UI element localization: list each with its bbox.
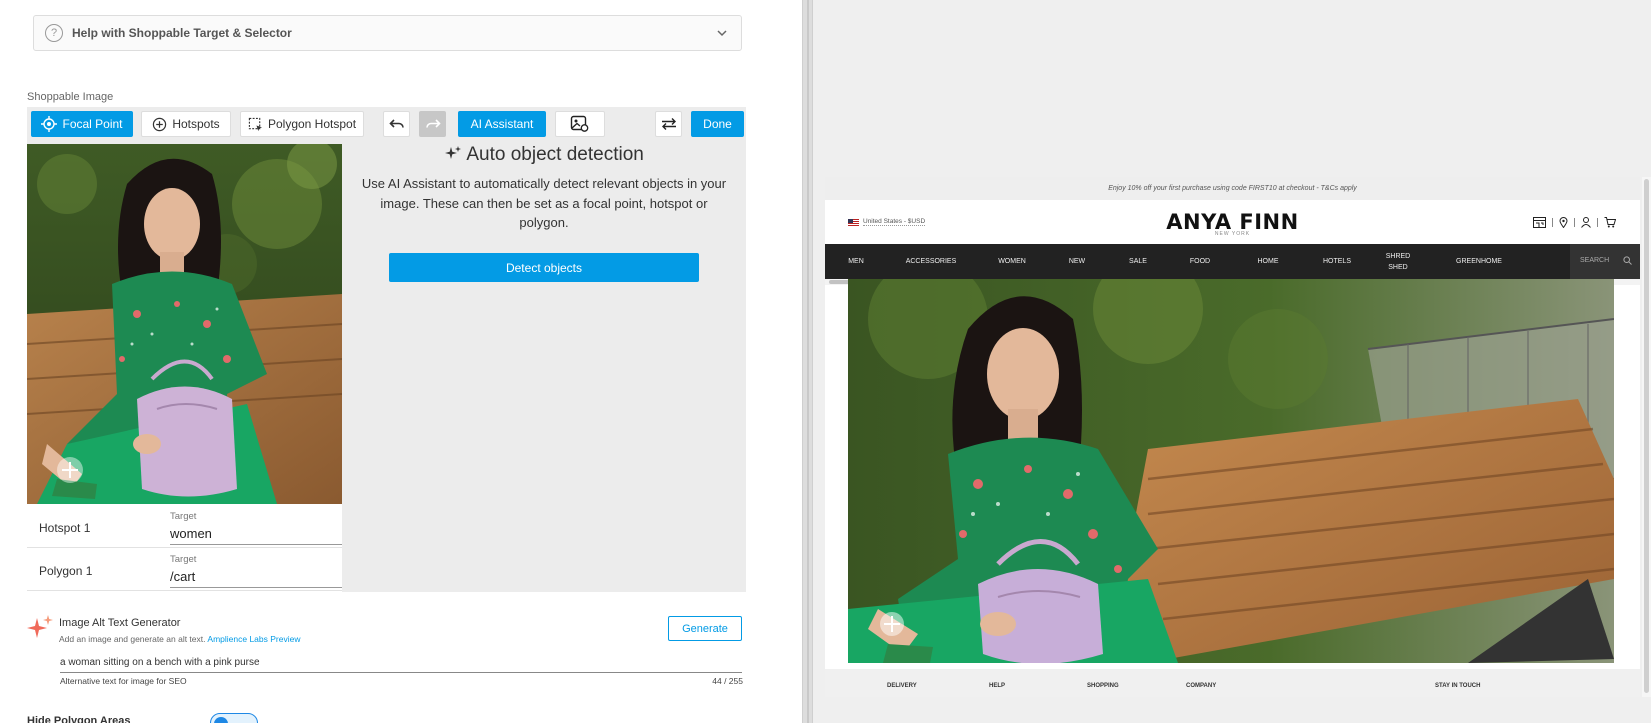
hero-photo [848,279,1614,663]
labs-preview-link[interactable]: Amplience Labs Preview [207,634,300,644]
hotspot-row[interactable]: Hotspot 1 Target women [27,506,342,548]
store-icon[interactable] [1533,217,1546,228]
header-separator [1574,218,1575,227]
header-icons [1533,217,1616,228]
question-icon: ? [45,24,63,42]
polygon-row[interactable]: Polygon 1 Target /cart [27,549,342,591]
promo-banner: Enjoy 10% off your first purchase using … [825,177,1640,200]
subtitle-text: Add an image and generate an alt text. [59,634,206,644]
footer-heading: SHOPPING [1087,683,1119,689]
focal-point-icon [41,116,58,132]
ai-assistant-panel: Auto object detection Use AI Assistant t… [342,144,746,592]
ai-description: Use AI Assistant to automatically detect… [361,176,727,230]
preview-scrollbar-thumb[interactable] [1644,179,1649,693]
target-label: Target [170,554,197,565]
nav-item-greenhome[interactable]: GREENHOME [1449,244,1509,279]
target-input[interactable]: /cart [170,569,342,588]
site-footer: DELIVERY HELP SHOPPING COMPANY STAY IN T… [825,669,1640,697]
chevron-down-icon [717,30,727,37]
done-label: Done [703,117,732,131]
alt-text-input[interactable]: a woman sitting on a bench with a pink p… [60,657,742,673]
nav-item-shred-shed[interactable]: SHRED SHED [1383,244,1413,279]
shoppable-image-label: Shoppable Image [27,91,114,103]
header-separator [1552,218,1553,227]
focal-point-label: Focal Point [62,117,123,131]
target-input[interactable]: women [170,526,342,545]
undo-icon [388,119,404,128]
search-icon [1623,256,1632,265]
shoppable-toolbar: Focal Point Hotspots Polygon Hotspot AI … [27,107,746,144]
cart-icon[interactable] [1604,217,1616,228]
ai-panel-title: Auto object detection [342,144,746,166]
image-settings-button[interactable] [555,111,605,137]
location-pin-icon[interactable] [1559,217,1568,228]
site-header: United States - $USD ANYA FINN NEW YORK [825,200,1640,244]
polygon-name: Polygon 1 [39,564,93,578]
ai-assistant-label: AI Assistant [470,117,534,131]
editor-panel: ? Help with Shoppable Target & Selector … [0,0,802,723]
header-separator [1597,218,1598,227]
nav-item-men[interactable]: MEN [839,244,873,279]
site-preview: Enjoy 10% off your first purchase using … [825,177,1640,697]
hotspots-label: Hotspots [172,117,220,131]
ai-title-text: Auto object detection [466,144,644,165]
footer-heading: STAY IN TOUCH [1435,683,1481,689]
target-label: Target [170,511,197,522]
alt-text-generator: Image Alt Text Generator Add an image an… [27,614,743,686]
model-photo [27,144,342,504]
hide-polygon-label: Hide Polygon Areas [27,715,131,723]
help-title: Help with Shoppable Target & Selector [72,26,292,40]
polygon-hotspot-label: Polygon Hotspot [267,117,357,131]
nav-item-home[interactable]: HOME [1248,244,1288,279]
redo-icon [425,119,441,128]
nav-item-accessories[interactable]: ACCESSORIES [897,244,965,279]
detect-objects-button[interactable]: Detect objects [389,253,699,282]
preview-scrollbar[interactable] [1642,177,1651,697]
sparkle-icon [445,146,462,159]
hotspot-name: Hotspot 1 [39,521,91,535]
nav-item-food[interactable]: FOOD [1181,244,1219,279]
undo-button[interactable] [383,111,410,137]
alt-generator-title: Image Alt Text Generator [59,617,181,629]
footer-heading: HELP [989,683,1006,689]
nav-item-women[interactable]: WOMEN [988,244,1036,279]
hide-polygon-toggle[interactable] [210,713,258,723]
polygon-hotspot-button[interactable]: Polygon Hotspot [240,111,364,137]
nav-item-sale[interactable]: SALE [1120,244,1156,279]
hero-shoppable-image[interactable] [848,279,1614,663]
sparkle-icon [27,615,53,638]
nav-item-hotels[interactable]: HOTELS [1313,244,1361,279]
image-edit-icon [570,115,589,132]
footer-heading: COMPANY [1186,683,1217,689]
toggle-knob [214,717,228,723]
main-nav: MEN ACCESSORIES WOMEN NEW SALE FOOD HOME… [825,244,1640,279]
alt-generator-subtitle: Add an image and generate an alt text. A… [59,634,300,644]
account-icon[interactable] [1581,217,1591,228]
resize-divider[interactable] [802,0,813,723]
ai-assistant-button[interactable]: AI Assistant [458,111,546,137]
help-accordion[interactable]: ? Help with Shoppable Target & Selector [33,15,742,51]
redo-button[interactable] [419,111,446,137]
shoppable-image-canvas[interactable] [27,144,342,504]
done-button[interactable]: Done [691,111,744,137]
brand-logo-subtitle: NEW YORK [1214,231,1251,237]
polygon-select-icon [248,117,263,131]
swap-arrows-icon [661,118,676,130]
hotspots-button[interactable]: Hotspots [141,111,231,137]
add-circle-icon [153,117,167,131]
nav-item-new[interactable]: NEW [1061,244,1093,279]
site-search[interactable]: SEARCH [1570,244,1640,279]
alt-text-counter: 44 / 255 [712,676,743,686]
preview-panel: Enjoy 10% off your first purchase using … [813,0,1651,723]
search-placeholder: SEARCH [1580,257,1610,264]
generate-button[interactable]: Generate [668,616,742,641]
footer-heading: DELIVERY [887,683,917,689]
focal-point-button[interactable]: Focal Point [31,111,133,137]
swap-button[interactable] [655,111,682,137]
alt-text-helper: Alternative text for image for SEO [60,676,187,686]
